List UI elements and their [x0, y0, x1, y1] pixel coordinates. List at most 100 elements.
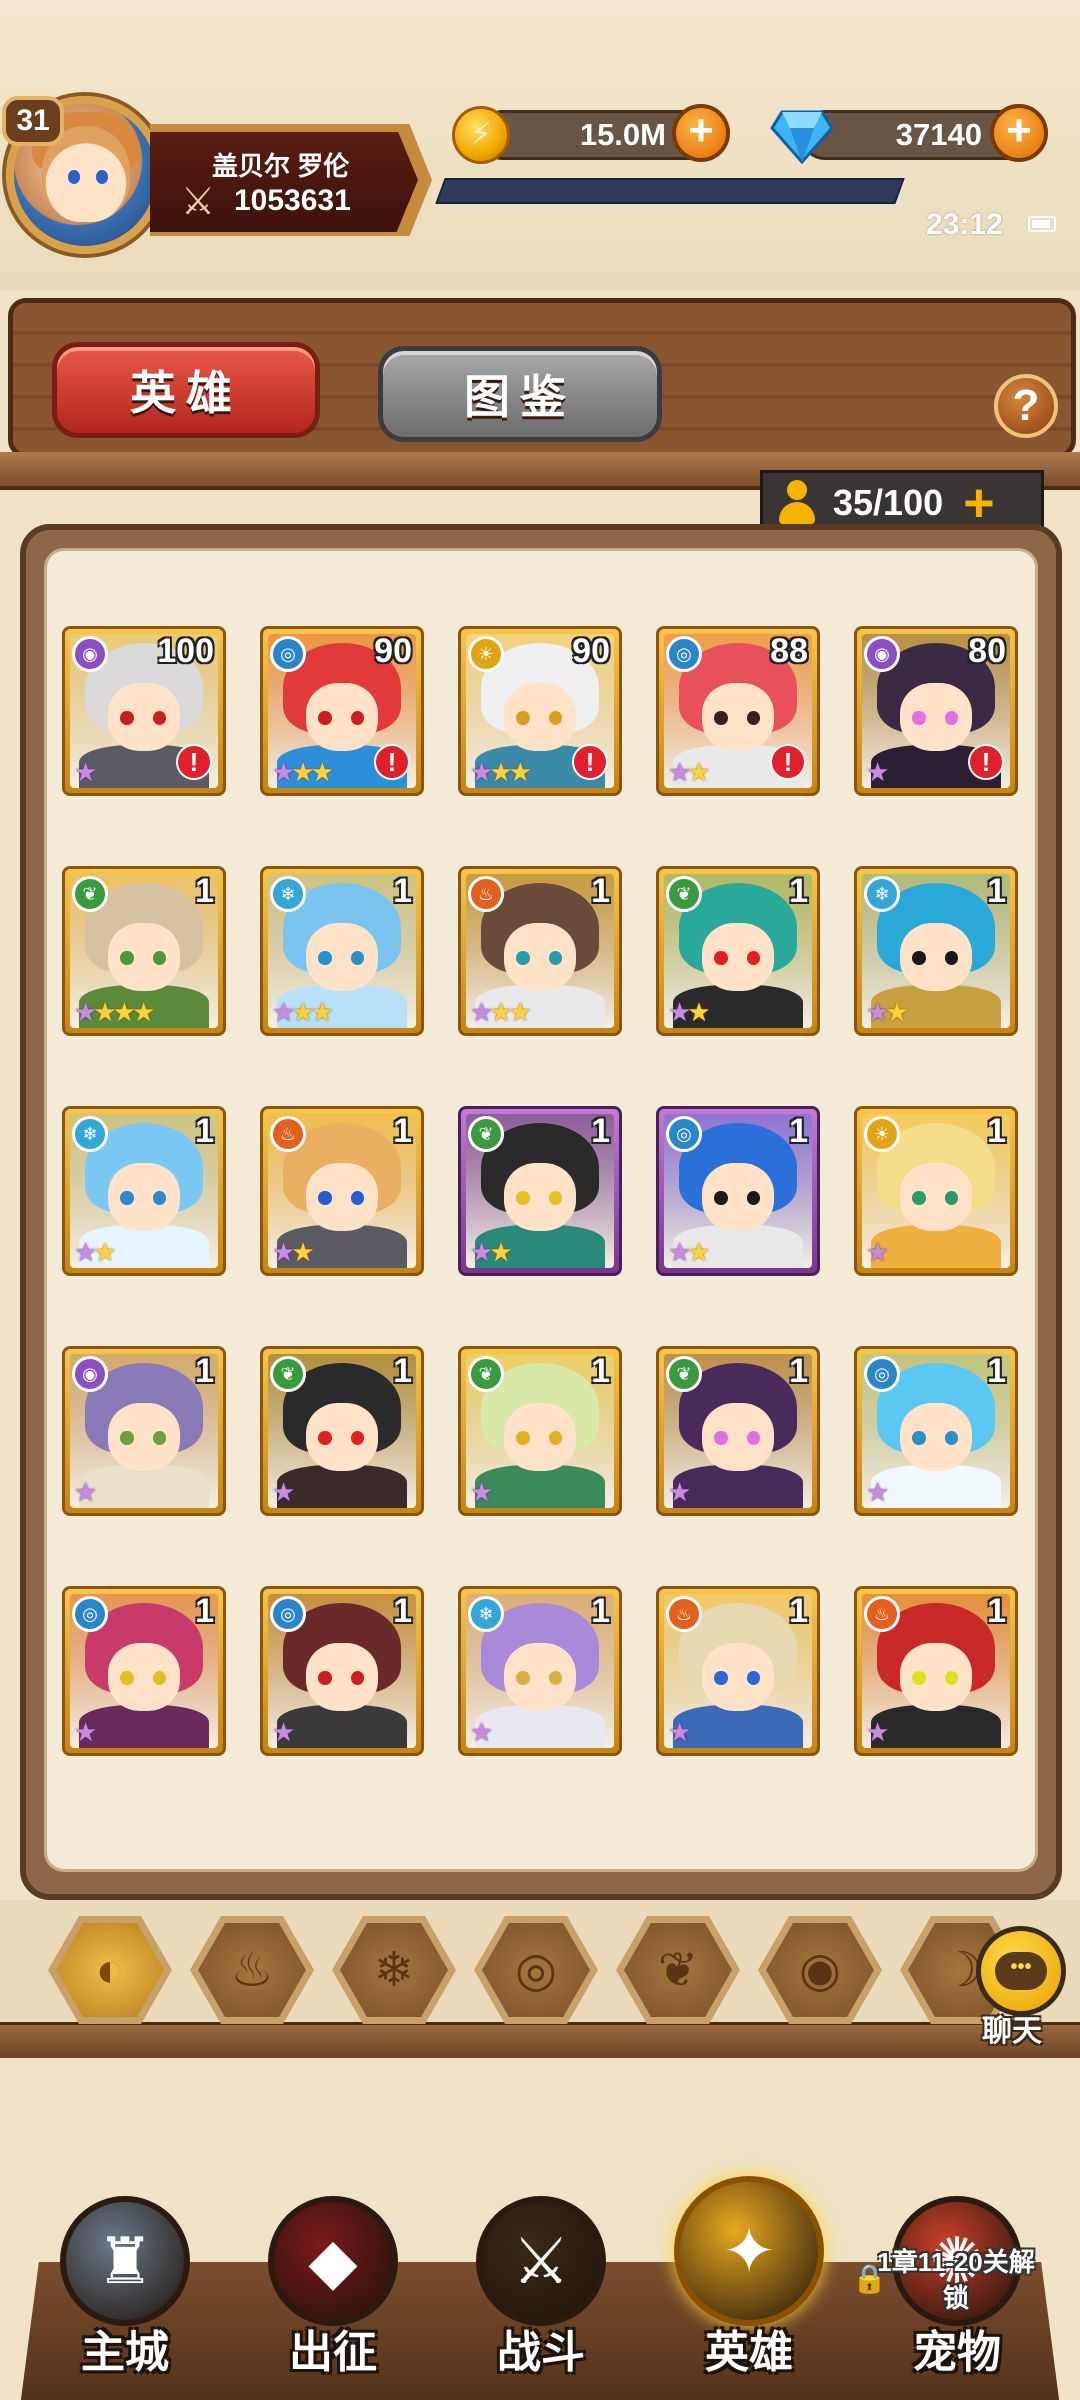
wind-element-icon: ❦ [666, 876, 702, 912]
hero-eye [714, 1431, 728, 1445]
hero-stars: ★ [668, 1718, 691, 1746]
hero-card[interactable]: ❄ 1 ★★ [854, 866, 1018, 1036]
nav-hero[interactable]: ✦ 英雄 [664, 2176, 834, 2388]
hero-card[interactable]: ❄ 1 ★★ [62, 1106, 226, 1276]
hero-portrait: ♨ 1 ★ [862, 1594, 1010, 1748]
gold-star-icon: ★ [131, 997, 155, 1027]
hero-card[interactable]: ♨ 1 ★★ [260, 1106, 424, 1276]
hero-level: 1 [789, 874, 808, 910]
purple-star-icon: ★ [74, 1237, 97, 1267]
hero-card[interactable]: ❦ 1 ★ [458, 1346, 622, 1516]
hero-eye [714, 951, 728, 965]
hero-eye [944, 951, 959, 965]
hero-card[interactable]: ❄ 1 ★ [458, 1586, 622, 1756]
hero-portrait: ◎ 1 ★ [70, 1594, 218, 1748]
wind-element-icon: ❦ [468, 1356, 504, 1392]
purple-star-icon: ★ [668, 1477, 691, 1507]
hero-portrait: ❄ 1 ★★★ [268, 874, 416, 1028]
hero-eye [318, 951, 332, 965]
hero-eye [912, 711, 926, 725]
hero-stars: ★★★ [272, 997, 334, 1027]
hero-portrait: ◎ 1 ★ [268, 1594, 416, 1748]
hero-level: 1 [393, 1594, 412, 1630]
hero-card[interactable]: ❦ 1 ★★ [458, 1106, 622, 1276]
hero-eye [152, 711, 167, 725]
nav-expedition[interactable]: ◆ 出征 [248, 2188, 418, 2388]
add-gems-button[interactable]: + [990, 104, 1048, 162]
hero-card[interactable]: ♨ 1 ★ [854, 1586, 1018, 1756]
hero-face [702, 923, 774, 992]
purple-star-icon: ★ [272, 1477, 295, 1507]
hero-card[interactable]: ◉ 100 ★! [62, 626, 226, 796]
hero-eye [944, 1671, 959, 1685]
hero-eye [912, 951, 926, 965]
tab-heroes[interactable]: 英雄 [52, 342, 320, 438]
tab-codex[interactable]: 图鉴 [378, 346, 662, 442]
hero-stars: ★ [470, 1478, 493, 1506]
nav-battle[interactable]: ⚔ 战斗 [456, 2188, 626, 2388]
hero-icon: ✦ [674, 2176, 824, 2326]
fire-element-icon: ♨ [270, 1116, 306, 1152]
gold-star-icon: ★ [291, 997, 314, 1027]
hero-eye [548, 711, 563, 725]
pet-unlock-hint: 1章11-20关解锁 [877, 2247, 1035, 2313]
hero-eye [516, 1191, 530, 1205]
purple-star-icon: ★ [74, 1717, 97, 1747]
water-filter-icon: ◎ [482, 1923, 590, 2017]
hero-face [504, 1403, 576, 1472]
purple-star-icon: ★ [866, 757, 889, 787]
expand-capacity-button[interactable]: + [963, 476, 995, 530]
hero-eye [912, 1431, 926, 1445]
hero-face [702, 1403, 774, 1472]
upgrade-alert-icon: ! [176, 744, 212, 780]
hero-stars: ★ [866, 1237, 889, 1267]
chat-label: 聊天 [982, 2015, 1042, 2048]
hero-card[interactable]: ◎ 1 ★ [62, 1586, 226, 1756]
hero-level: 1 [987, 1594, 1006, 1630]
hero-card[interactable]: ❦ 1 ★★★★ [62, 866, 226, 1036]
gold-amount: 15.0M [579, 117, 666, 152]
hero-card[interactable]: ❦ 1 ★ [260, 1346, 424, 1516]
hero-card[interactable]: ♨ 1 ★ [656, 1586, 820, 1756]
hero-card[interactable]: ◎ 1 ★ [260, 1586, 424, 1756]
help-button[interactable]: ? [994, 374, 1058, 438]
wind-filter-icon: ❦ [624, 1923, 732, 2017]
hero-card[interactable]: ◎ 1 ★ [854, 1346, 1018, 1516]
purple-star-icon: ★ [866, 1237, 889, 1267]
hero-card[interactable]: ◎ 90 ★★★! [260, 626, 424, 796]
hero-card[interactable]: ☀ 90 ★★★! [458, 626, 622, 796]
hero-card[interactable]: ◉ 1 ★ [62, 1346, 226, 1516]
hero-portrait: ◎ 90 ★★★! [268, 634, 416, 788]
hero-card[interactable]: ◎ 88 ★★! [656, 626, 820, 796]
hero-body [672, 1464, 804, 1508]
hero-eye [548, 1191, 563, 1205]
hero-stars: ★★ [470, 1238, 513, 1266]
player-power: 1053631 [234, 184, 351, 217]
hero-card[interactable]: ◎ 1 ★★ [656, 1106, 820, 1276]
castle-icon: ♜ [60, 2196, 190, 2326]
hero-face [306, 683, 378, 752]
hero-card[interactable]: ❄ 1 ★★★ [260, 866, 424, 1036]
hero-card[interactable]: ☀ 1 ★ [854, 1106, 1018, 1276]
hero-eye [746, 711, 761, 725]
hero-eye [350, 711, 365, 725]
hero-eye [152, 1671, 167, 1685]
hero-card[interactable]: ❦ 1 ★ [656, 1346, 820, 1516]
hero-level: 1 [393, 1354, 412, 1390]
nav-label: 主城 [81, 2328, 169, 2377]
hero-level: 1 [987, 1114, 1006, 1150]
hero-card[interactable]: ◉ 80 ★! [854, 626, 1018, 796]
hero-eye [516, 711, 530, 725]
nav-label: 英雄 [705, 2328, 793, 2377]
add-gold-button[interactable]: + [672, 104, 730, 162]
avatar-eye [68, 170, 80, 184]
gold-star-icon: ★ [291, 1237, 314, 1267]
purple-star-icon: ★ [74, 757, 97, 787]
chat-button[interactable]: ••• [976, 1926, 1066, 2016]
hero-card[interactable]: ♨ 1 ★★★ [458, 866, 622, 1036]
hero-eye [516, 1671, 530, 1685]
hero-card[interactable]: ❦ 1 ★★ [656, 866, 820, 1036]
hero-eye [350, 1671, 365, 1685]
nav-castle[interactable]: ♜ 主城 [40, 2188, 210, 2388]
hero-portrait: ❦ 1 ★ [268, 1354, 416, 1508]
